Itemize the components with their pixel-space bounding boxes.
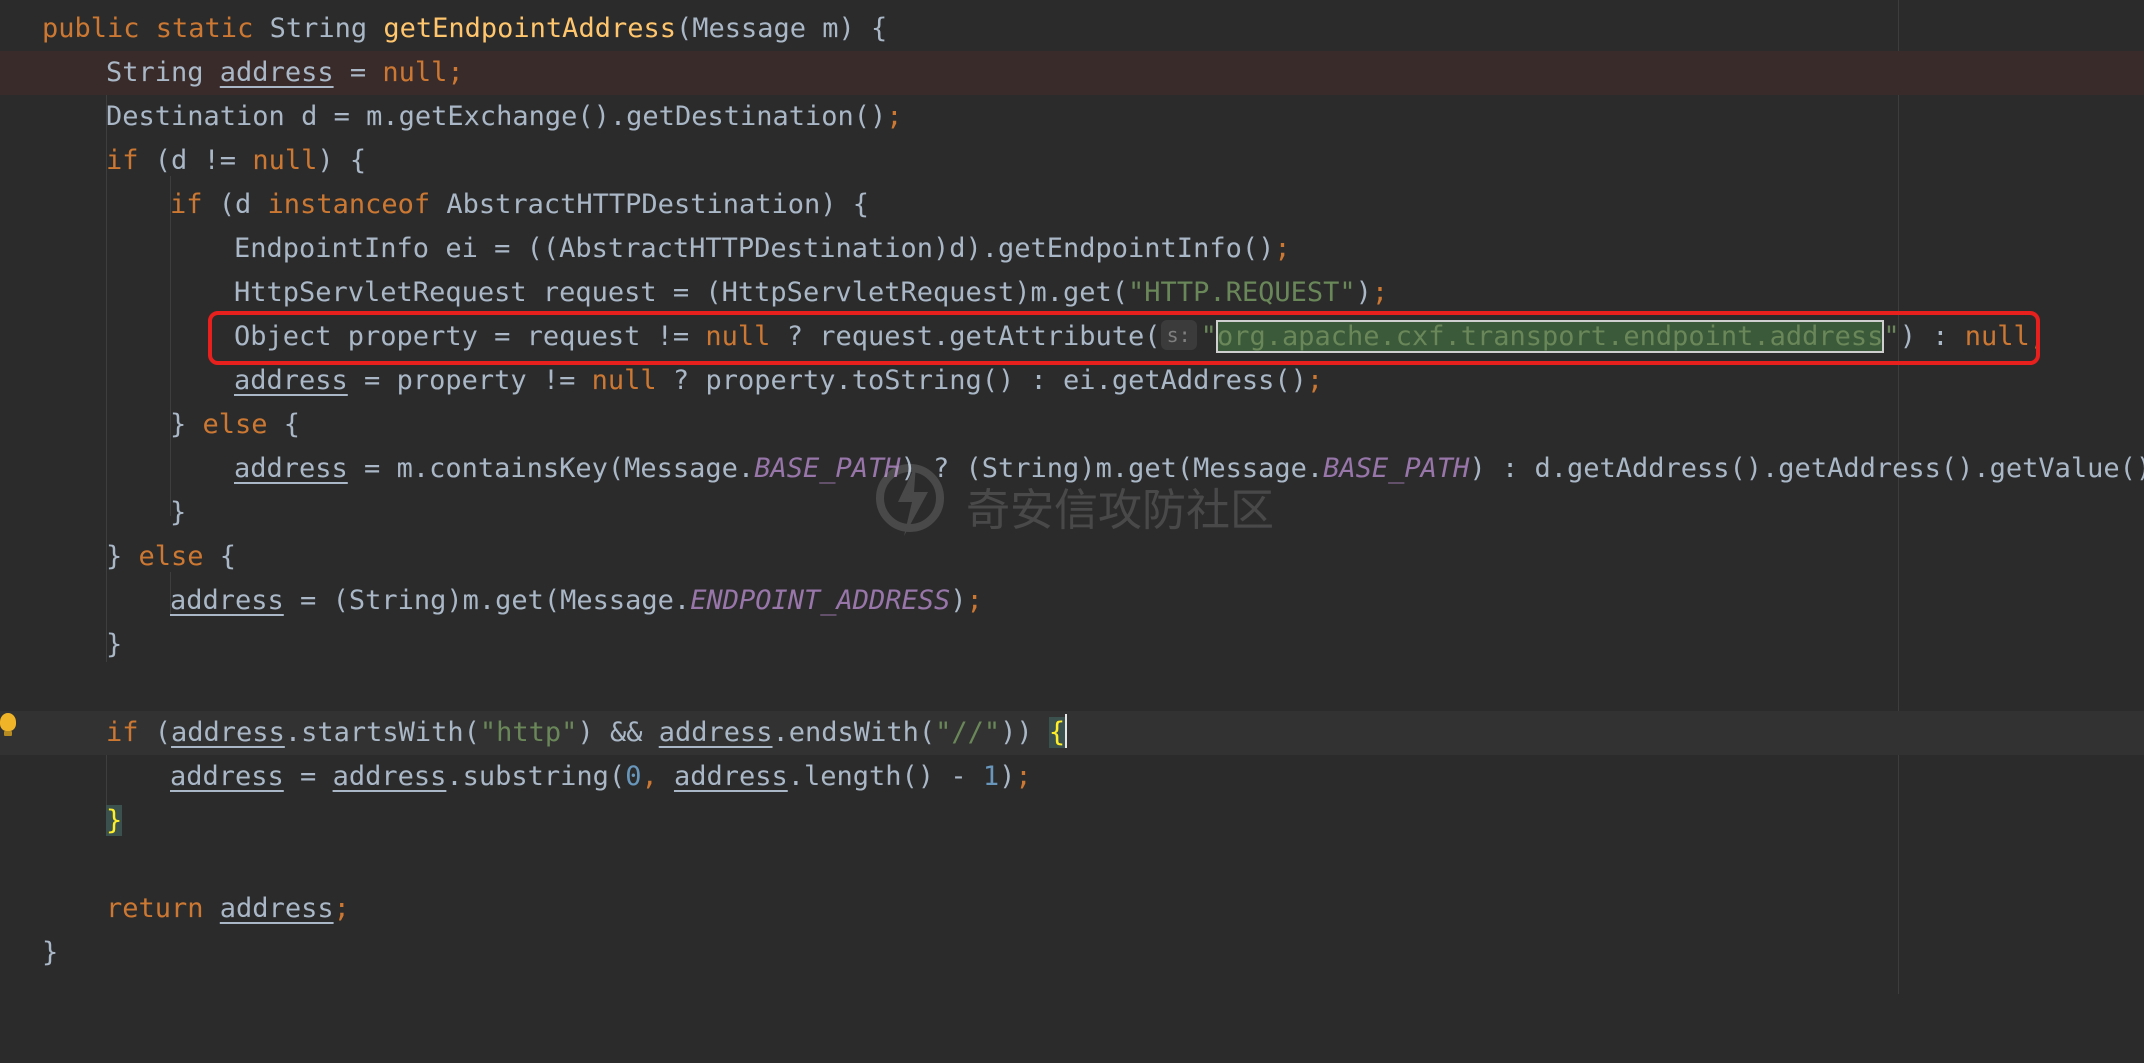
code-line-20: } — [42, 937, 59, 968]
code-line-3: Destination d = m.getExchange().getDesti… — [106, 101, 903, 132]
code-line-2: String address = null; — [0, 51, 2144, 95]
constant: BASE_PATH — [1323, 453, 1470, 484]
matched-brace: } — [106, 805, 123, 836]
variable-reference: address — [234, 453, 348, 484]
code-editor[interactable]: public static String getEndpointAddress(… — [0, 0, 2144, 994]
variable-reference: address — [171, 717, 285, 748]
string-literal: "HTTP.REQUEST" — [1128, 277, 1356, 308]
constant: BASE_PATH — [754, 453, 901, 484]
matched-brace: { — [1048, 717, 1066, 748]
code-line-10: } else { — [170, 409, 301, 440]
code-line-5: if (d instanceof AbstractHTTPDestination… — [170, 189, 870, 220]
code-line-9: address = property != null ? property.to… — [234, 365, 1324, 396]
code-line-4: if (d != null) { — [106, 145, 367, 176]
variable-reference: address — [219, 893, 334, 924]
lightbulb-icon[interactable] — [0, 713, 16, 736]
constant: ENDPOINT_ADDRESS — [690, 585, 951, 616]
code-line-18: } — [0, 799, 2144, 843]
variable-reference: address — [170, 585, 284, 616]
code-line-7: HttpServletRequest request = (HttpServle… — [234, 277, 1389, 308]
code-line-1: public static String getEndpointAddress(… — [42, 13, 888, 44]
variable-reference: address — [170, 761, 284, 792]
code-line-6: EndpointInfo ei = ((AbstractHTTPDestinat… — [234, 233, 1291, 264]
code-line-12: } — [170, 497, 187, 528]
code-line-13: } else { — [106, 541, 237, 572]
variable-reference: address — [332, 761, 447, 792]
code-line-14: address = (String)m.get(Message.ENDPOINT… — [170, 585, 983, 616]
code-line-19: return address; — [106, 893, 350, 924]
code-line-16: if (address.startsWith("http") && addres… — [0, 711, 2144, 755]
variable-reference: address — [219, 57, 334, 88]
method-name: getEndpointAddress — [383, 13, 676, 44]
annotation-highlight-box — [208, 311, 2040, 365]
code-line-17: address = address.substring(0, address.l… — [170, 761, 1032, 792]
variable-reference: address — [234, 365, 348, 396]
code-line-15: } — [106, 629, 123, 660]
variable-reference: address — [658, 717, 773, 748]
code-line-11: address = m.containsKey(Message.BASE_PAT… — [234, 453, 2144, 484]
text-caret — [1065, 714, 1068, 748]
variable-reference: address — [673, 761, 788, 792]
keyword: public static — [42, 13, 270, 44]
